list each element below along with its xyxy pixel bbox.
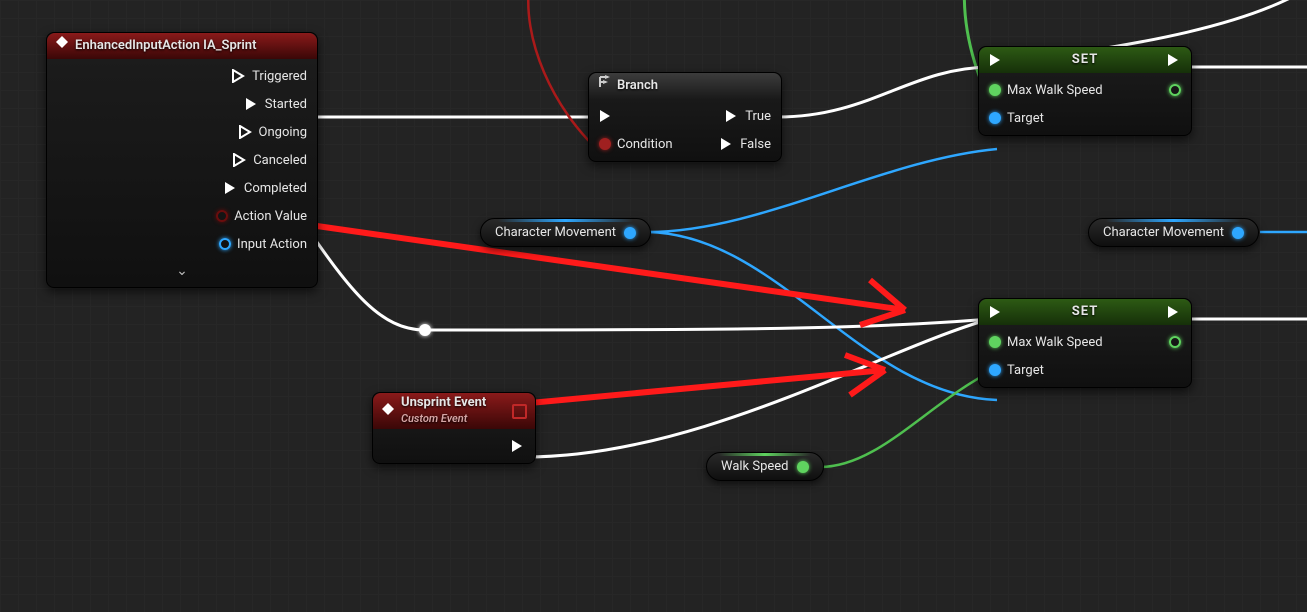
variable-character-movement-2[interactable]: Character Movement [1088,218,1259,247]
pin-started[interactable]: Started [245,97,307,112]
pin-exec-in[interactable] [599,109,613,123]
bool-pin-icon [599,138,611,150]
node-title: SET [1072,299,1099,325]
pin-ongoing[interactable]: Ongoing [239,125,307,140]
exec-pin-icon [720,137,734,151]
node-title: Unsprint Event [401,395,486,411]
float-pin-icon [989,336,1001,348]
object-pin-icon [219,238,231,250]
branch-icon [597,73,611,99]
node-title: SET [1072,47,1099,73]
exec-pin-icon [232,69,246,83]
node-unsprint-event[interactable]: Unsprint Event Custom Event [372,392,536,464]
object-pin-icon [989,112,1001,124]
pin-max-walk-speed[interactable]: Max Walk Speed [989,335,1103,350]
pin-completed[interactable]: Completed [224,181,307,196]
pill-highlight [1106,219,1241,222]
exec-pin-icon [233,153,247,167]
node-header[interactable]: Unsprint Event Custom Event [373,393,535,429]
node-header[interactable]: Branch [589,73,781,99]
blueprint-graph-canvas[interactable]: EnhancedInputAction IA_Sprint Triggered … [0,0,1307,612]
node-title: EnhancedInputAction IA_Sprint [75,33,256,59]
pin-target[interactable]: Target [989,363,1044,378]
exec-pin-icon [599,109,613,123]
exec-pin-icon [239,125,253,139]
pin-triggered[interactable]: Triggered [232,69,307,84]
node-title: Branch [617,73,658,99]
variable-walk-speed[interactable]: Walk Speed [706,452,824,481]
event-icon [381,402,395,421]
pin-canceled[interactable]: Canceled [233,153,307,168]
variable-label: Character Movement [495,225,616,240]
node-set-maxwalkspeed-2[interactable]: SET Max Walk Speed Target [978,298,1192,388]
exec-pin-icon [725,109,739,123]
variable-character-movement-1[interactable]: Character Movement [480,218,651,247]
node-header[interactable]: EnhancedInputAction IA_Sprint [47,33,317,59]
pin-condition[interactable]: Condition [599,137,673,152]
pin-max-walk-speed[interactable]: Max Walk Speed [989,83,1103,98]
exec-pin-icon [245,97,259,111]
node-enhanced-input-action[interactable]: EnhancedInputAction IA_Sprint Triggered … [46,32,318,288]
node-branch[interactable]: Branch True Condition False [588,72,782,162]
pin-exec-in[interactable] [989,305,1003,319]
variable-label: Character Movement [1103,225,1224,240]
object-pin-icon[interactable] [624,227,636,239]
variable-label: Walk Speed [721,459,789,474]
exec-pin-icon [511,439,525,453]
pin-exec-out[interactable] [1167,305,1181,319]
pin-output-value[interactable] [1169,336,1181,348]
bool-pin-icon [216,210,228,222]
custom-event-marker-icon [512,404,527,419]
node-header[interactable]: SET [979,299,1191,325]
exec-pin-icon [224,181,238,195]
node-set-maxwalkspeed-1[interactable]: SET Max Walk Speed Target [978,46,1192,136]
node-header[interactable]: SET [979,47,1191,73]
pin-exec-out[interactable] [1167,53,1181,67]
pill-highlight [498,219,633,222]
pin-output-value[interactable] [1169,84,1181,96]
pin-target[interactable]: Target [989,111,1044,126]
reroute-node[interactable] [419,324,431,336]
pill-highlight [719,453,811,456]
pin-exec-in[interactable] [989,53,1003,67]
pin-action-value[interactable]: Action Value [216,209,307,224]
pin-false[interactable]: False [720,137,771,152]
pin-exec-out[interactable] [511,439,525,453]
object-pin-icon [989,364,1001,376]
expand-chevron-icon[interactable]: ⌄ [174,263,190,279]
node-subtitle: Custom Event [401,411,486,427]
object-pin-icon[interactable] [1232,227,1244,239]
float-pin-icon[interactable] [797,461,809,473]
event-icon [55,33,69,59]
pin-input-action[interactable]: Input Action [219,237,307,252]
pin-true[interactable]: True [725,109,771,124]
float-pin-icon [1169,84,1181,96]
float-pin-icon [989,84,1001,96]
float-pin-icon [1169,336,1181,348]
